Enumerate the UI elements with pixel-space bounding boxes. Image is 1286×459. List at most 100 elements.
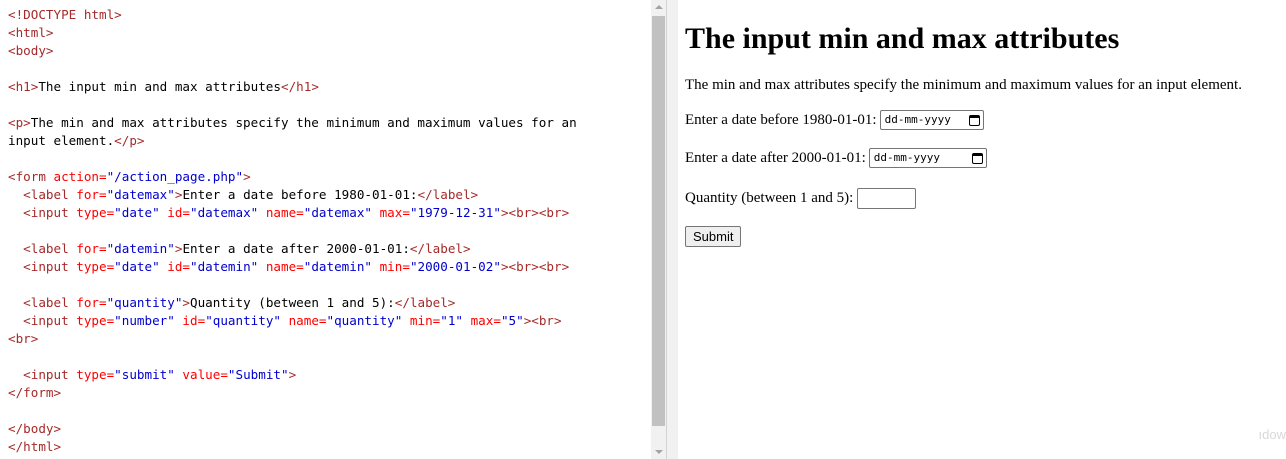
datemax-date-input[interactable]: dd-mm-yyyy: [879, 110, 984, 130]
code-token: <!DOCTYPE html>: [8, 7, 122, 22]
code-token: </h1>: [280, 79, 319, 94]
code-text[interactable]: <!DOCTYPE html> <html> <body> <h1>The inpu…: [0, 0, 651, 456]
code-token: "2000-01-02": [409, 259, 501, 274]
pane-divider[interactable]: [666, 0, 678, 459]
code-line[interactable]: <html>: [8, 24, 643, 42]
page-title: The input min and max attributes: [685, 22, 1120, 55]
code-token: <br>: [8, 331, 39, 346]
code-token: Enter a date before 1980-01-01:: [182, 187, 418, 202]
code-token: name=: [258, 205, 304, 220]
code-token: max=: [372, 205, 410, 220]
calendar-icon[interactable]: [971, 152, 983, 164]
code-token: "datemax": [106, 187, 175, 202]
code-token: value=: [174, 367, 228, 382]
code-line[interactable]: <input type="submit" value="Submit">: [8, 366, 643, 384]
code-token: "datemin": [106, 241, 175, 256]
code-token: <html>: [8, 25, 54, 40]
code-token: </label>: [394, 295, 456, 310]
submit-button[interactable]: Submit: [685, 226, 742, 247]
code-token: "1": [440, 313, 464, 328]
chevron-down-icon[interactable]: [651, 444, 666, 459]
code-token: ><br><br>: [500, 259, 570, 274]
quantity-label: Quantity (between 1 and 5):: [685, 190, 854, 206]
editor-scrollbar[interactable]: [651, 0, 666, 459]
code-token: "date": [114, 205, 160, 220]
chevron-up-icon[interactable]: [651, 0, 666, 15]
submit-row: Submit: [685, 226, 1286, 247]
datemax-label: Enter a date before 1980-01-01:: [685, 112, 877, 128]
code-editor[interactable]: <!DOCTYPE html> <html> <body> <h1>The inpu…: [0, 0, 651, 459]
datemin-placeholder: dd-mm-yyyy: [873, 151, 940, 164]
code-line[interactable]: <input type="date" id="datemin" name="da…: [8, 258, 643, 276]
code-token: Enter a date after 2000-01-01:: [182, 241, 410, 256]
code-token: >: [243, 169, 251, 184]
code-token: "quantity": [106, 295, 183, 310]
code-line[interactable]: <!DOCTYPE html>: [8, 6, 643, 24]
code-token: </form>: [8, 385, 62, 400]
code-token: ><br><br>: [500, 205, 570, 220]
quantity-number-input[interactable]: [857, 187, 917, 209]
code-line[interactable]: <input type="number" id="quantity" name=…: [8, 312, 643, 330]
code-line[interactable]: </form>: [8, 384, 643, 402]
datemin-label: Enter a date after 2000-01-01:: [685, 150, 866, 166]
code-token: for=: [68, 295, 107, 310]
code-token: <input: [23, 313, 69, 328]
datemin-date-input[interactable]: dd-mm-yyyy: [868, 148, 987, 168]
code-line[interactable]: [8, 96, 643, 114]
scrollbar-thumb[interactable]: [652, 16, 665, 426]
code-token: <body>: [8, 43, 54, 58]
code-token: min=: [372, 259, 410, 274]
code-token: "quantity": [326, 313, 403, 328]
code-token: type=: [68, 367, 115, 382]
code-line[interactable]: [8, 60, 643, 78]
code-token: "datemin": [303, 259, 373, 274]
quantity-row: Quantity (between 1 and 5):: [685, 187, 1286, 209]
code-line[interactable]: <br>: [8, 330, 643, 348]
code-token: type=: [68, 205, 115, 220]
code-token: >: [288, 367, 297, 382]
code-line[interactable]: <input type="date" id="datemax" name="da…: [8, 204, 643, 222]
code-token: for=: [68, 241, 107, 256]
code-token: action=: [45, 169, 107, 184]
code-token: <input: [23, 367, 69, 382]
datemax-placeholder: dd-mm-yyyy: [884, 113, 951, 126]
code-token: <label: [23, 241, 69, 256]
code-token: </html>: [8, 439, 62, 454]
code-token: id=: [159, 205, 191, 220]
code-line[interactable]: [8, 348, 643, 366]
code-token: <label: [23, 295, 69, 310]
code-line[interactable]: <label for="quantity">Quantity (between …: [8, 294, 643, 312]
code-line[interactable]: <label for="datemin">Enter a date after …: [8, 240, 643, 258]
code-line[interactable]: <p>The min and max attributes specify th…: [8, 114, 643, 132]
code-token: Quantity (between 1 and 5):: [190, 295, 395, 310]
code-token: <input: [23, 259, 69, 274]
code-line[interactable]: </body>: [8, 420, 643, 438]
code-line[interactable]: [8, 222, 643, 240]
code-token: id=: [159, 259, 191, 274]
code-token: "/action_page.php": [106, 169, 244, 184]
intro-paragraph: The min and max attributes specify the m…: [685, 77, 1242, 93]
code-token: for=: [68, 187, 107, 202]
code-line[interactable]: [8, 150, 643, 168]
code-token: "datemin": [190, 259, 259, 274]
code-token: "date": [114, 259, 160, 274]
code-token: max=: [463, 313, 501, 328]
code-line[interactable]: input element.</p>: [8, 132, 643, 150]
code-token: </body>: [8, 421, 62, 436]
code-line[interactable]: </html>: [8, 438, 643, 456]
code-token: <input: [23, 205, 69, 220]
calendar-icon[interactable]: [968, 114, 980, 126]
code-line[interactable]: [8, 402, 643, 420]
code-line[interactable]: <label for="datemax">Enter a date before…: [8, 186, 643, 204]
code-line[interactable]: <body>: [8, 42, 643, 60]
code-token: </label>: [417, 187, 479, 202]
code-token: The input min and max attributes: [38, 79, 281, 94]
code-line[interactable]: <form action="/action_page.php">: [8, 168, 643, 186]
code-line[interactable]: <h1>The input min and max attributes</h1…: [8, 78, 643, 96]
code-line[interactable]: [8, 276, 643, 294]
